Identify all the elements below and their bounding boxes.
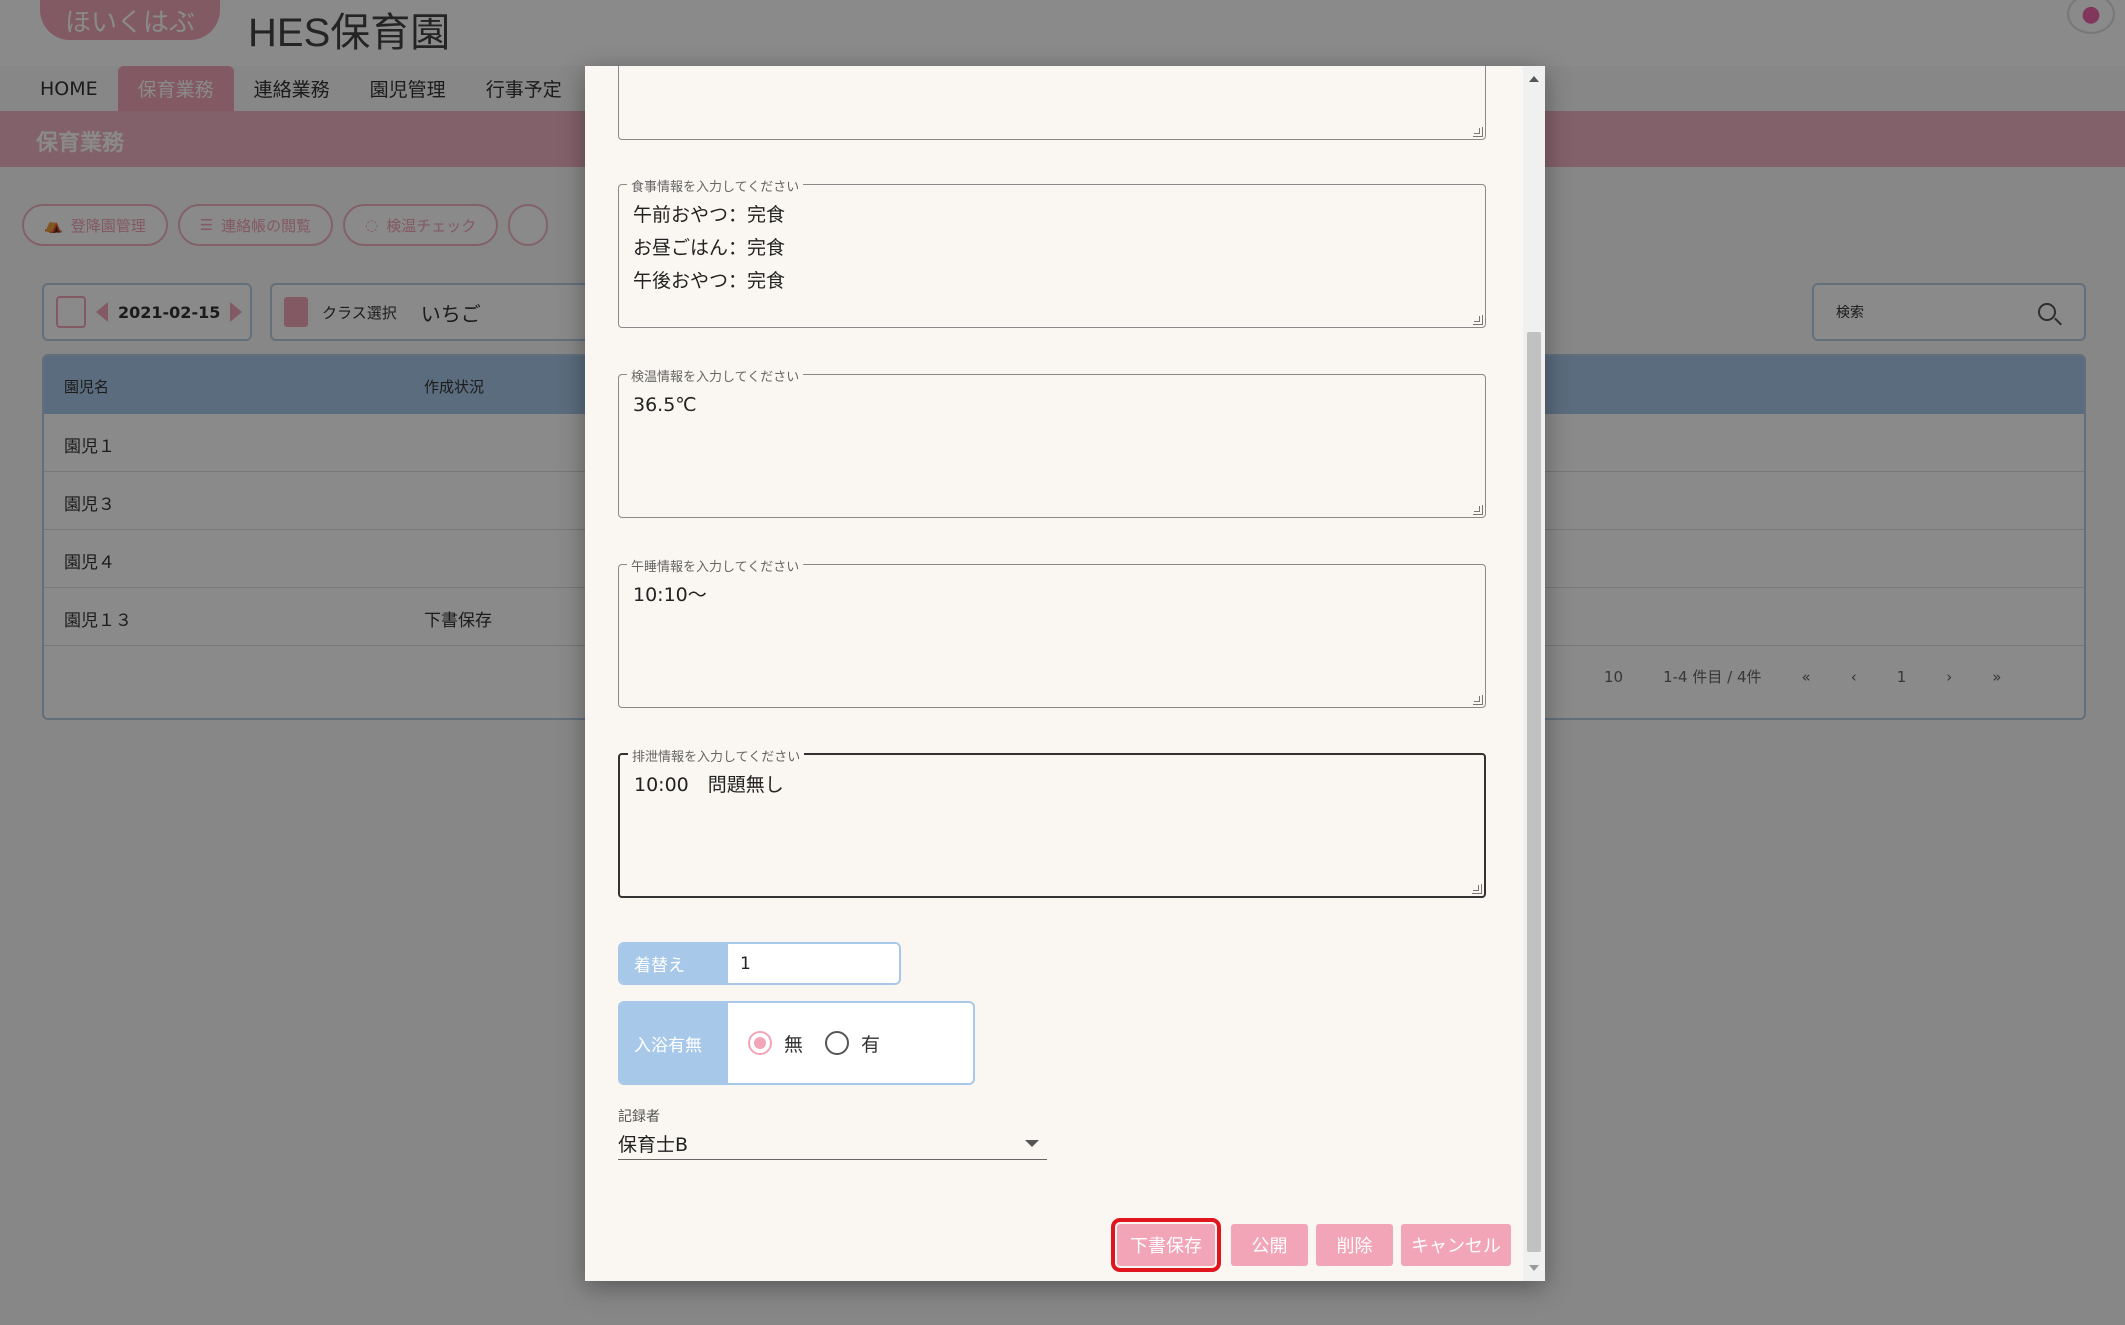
- bath-label: 入浴有無: [620, 1003, 728, 1083]
- temperature-textarea[interactable]: 検温情報を入力してください 36.5℃: [618, 366, 1486, 518]
- recorder-value: 保育士B: [618, 1134, 689, 1156]
- chevron-down-icon[interactable]: [1025, 1140, 1039, 1147]
- draft-save-button[interactable]: 下書保存: [1111, 1218, 1221, 1272]
- delete-button[interactable]: 削除: [1316, 1224, 1393, 1266]
- temperature-legend: 検温情報を入力してください: [627, 366, 804, 385]
- radio-unchecked-icon[interactable]: [825, 1031, 850, 1055]
- dialog-scrollbar[interactable]: [1523, 66, 1545, 1281]
- publish-button[interactable]: 公開: [1231, 1224, 1308, 1266]
- bath-option-no[interactable]: 無: [748, 1030, 803, 1057]
- nap-legend: 午睡情報を入力してください: [627, 556, 804, 575]
- bath-option-yes-label: 有: [861, 1033, 881, 1056]
- resize-handle[interactable]: [1473, 695, 1483, 705]
- excretion-text: 10:00 問題無し: [634, 774, 784, 796]
- bath-radio-group: 無 有: [728, 1003, 880, 1083]
- meal-textarea[interactable]: 食事情報を入力してください 午前おやつ：完食 お昼ごはん：完食 午後おやつ：完食: [618, 176, 1486, 328]
- bath-field: 入浴有無 無 有: [618, 1001, 975, 1085]
- nap-text: 10:10～: [633, 584, 707, 606]
- radio-checked-icon[interactable]: [748, 1031, 772, 1055]
- nap-textarea[interactable]: 午睡情報を入力してください 10:10～: [618, 556, 1486, 708]
- change-clothes-field: 着替え 1: [618, 942, 901, 985]
- scroll-down-icon[interactable]: [1529, 1265, 1539, 1271]
- scroll-up-icon[interactable]: [1529, 76, 1539, 82]
- resize-handle[interactable]: [1472, 884, 1482, 894]
- scroll-thumb[interactable]: [1527, 332, 1541, 1252]
- recorder-caption: 記録者: [618, 1109, 660, 1125]
- recorder-value-box[interactable]: 保育士B: [618, 1130, 1047, 1160]
- recorder-select[interactable]: 記録者 保育士B: [618, 1106, 1047, 1160]
- previous-textarea[interactable]: [618, 66, 1486, 140]
- daily-record-dialog: 食事情報を入力してください 午前おやつ：完食 お昼ごはん：完食 午後おやつ：完食…: [585, 66, 1545, 1281]
- excretion-legend: 排泄情報を入力してください: [628, 746, 805, 765]
- excretion-textarea[interactable]: 排泄情報を入力してください 10:00 問題無し: [618, 746, 1486, 898]
- bath-option-yes[interactable]: 有: [825, 1030, 880, 1057]
- resize-handle[interactable]: [1473, 127, 1483, 137]
- meal-text: 午前おやつ：完食 お昼ごはん：完食 午後おやつ：完食: [633, 204, 786, 292]
- bath-option-no-label: 無: [784, 1033, 804, 1056]
- resize-handle[interactable]: [1473, 505, 1483, 515]
- dialog-actions: 下書保存 公開 削除 キャンセル: [1111, 1218, 1511, 1272]
- change-clothes-label: 着替え: [620, 944, 728, 983]
- change-clothes-input[interactable]: 1: [728, 944, 899, 983]
- cancel-button[interactable]: キャンセル: [1401, 1224, 1511, 1266]
- temperature-text: 36.5℃: [633, 394, 697, 416]
- resize-handle[interactable]: [1473, 315, 1483, 325]
- meal-legend: 食事情報を入力してください: [627, 176, 804, 195]
